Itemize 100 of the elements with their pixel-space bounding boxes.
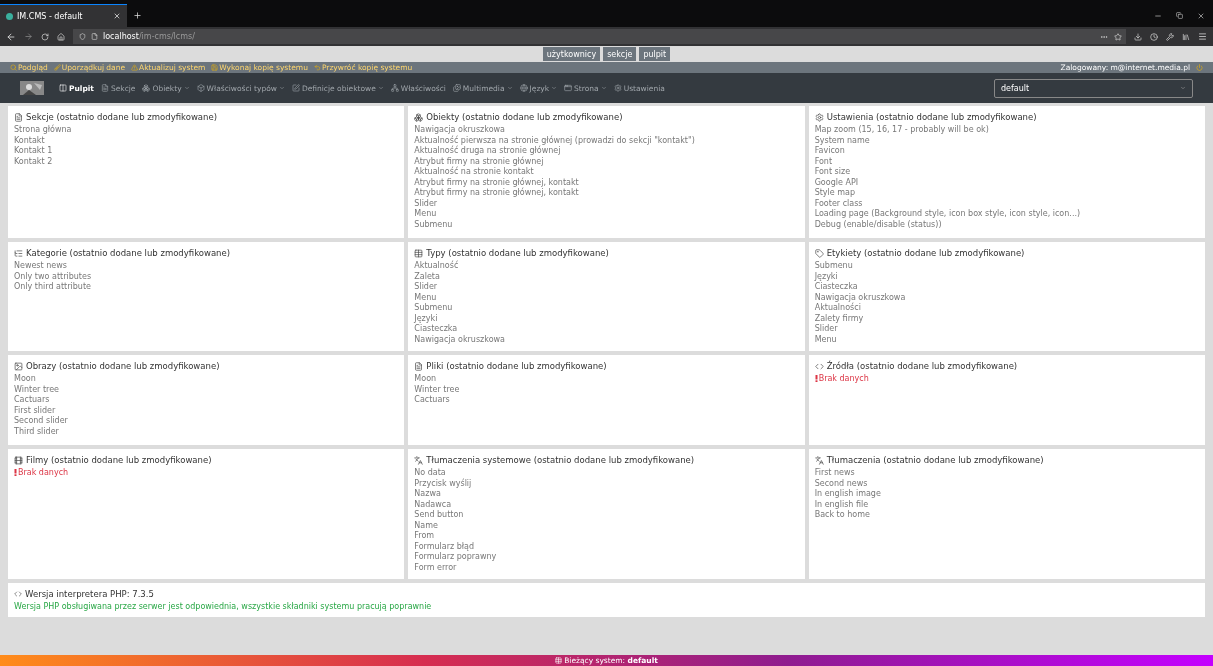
card-item[interactable]: Menu (814, 334, 1199, 345)
card-item[interactable]: Nawigacja okruszkowa (814, 292, 1199, 303)
card-item[interactable]: Slider (814, 324, 1199, 335)
card-item[interactable]: Moon (414, 374, 799, 385)
card-item[interactable]: Font (814, 156, 1199, 167)
card-item[interactable]: Ciasteczka (414, 324, 799, 335)
card-item[interactable]: Aktualności (814, 303, 1199, 314)
card-item[interactable]: Formularz błąd (414, 541, 799, 552)
forward-icon[interactable] (24, 32, 33, 41)
card-item[interactable]: Nadawca (414, 499, 799, 510)
card-item[interactable]: Google API (814, 177, 1199, 188)
card-item[interactable]: Formularz poprawny (414, 552, 799, 563)
card-item[interactable]: Back to home (814, 510, 1199, 521)
top-button[interactable]: użytkownicy (542, 47, 601, 61)
back-icon[interactable] (6, 31, 16, 42)
card-item[interactable]: Strona główna (14, 125, 399, 136)
card-title: Typy (ostatnio dodane lub zmodyfikowane) (426, 248, 609, 258)
card-item[interactable]: Debug (enable/disable (status)) (814, 219, 1199, 230)
close-icon[interactable] (1197, 11, 1205, 20)
top-button[interactable]: sekcje (603, 47, 637, 61)
card-item[interactable]: Języki (814, 271, 1199, 282)
card-item[interactable]: Loading page (Background style, icon box style, icon style, icon...) (814, 209, 1199, 220)
card-item[interactable]: Ciasteczka (814, 282, 1199, 293)
card-item[interactable]: Font size (814, 167, 1199, 178)
card-item[interactable]: Third slider (14, 426, 399, 437)
restore-icon[interactable] (1176, 12, 1183, 19)
card-item[interactable]: Cactuars (414, 395, 799, 406)
top-button[interactable]: pulpit (639, 47, 671, 61)
card-item[interactable]: Submenu (814, 261, 1199, 272)
card-item[interactable]: Atrybut firmy na stronie głównej, kontakt (414, 188, 799, 199)
card-title: Filmy (ostatnio dodane lub zmodyfikowane) (26, 455, 212, 465)
card-item[interactable]: Form error (414, 562, 799, 573)
card-item[interactable]: Kontakt 2 (14, 156, 399, 167)
close-icon[interactable] (113, 12, 121, 20)
card-item[interactable]: Style map (814, 188, 1199, 199)
warning-icon (131, 64, 139, 71)
card-item[interactable]: Second news (814, 478, 1199, 489)
star-icon[interactable] (1114, 32, 1122, 41)
system-select[interactable]: default (994, 78, 1193, 98)
card-item[interactable]: Kontakt 1 (14, 146, 399, 157)
library-icon[interactable] (1182, 32, 1190, 41)
card-item[interactable]: Języki (414, 313, 799, 324)
card-item[interactable]: Newest news (14, 261, 399, 272)
favicon-icon (6, 12, 13, 20)
address-field[interactable]: localhost/im-cms/lcms/ (73, 29, 355, 44)
card-item[interactable]: Only two attributes (14, 271, 399, 282)
card-item[interactable]: System name (814, 135, 1199, 146)
translate-icon (414, 455, 424, 465)
table-icon (555, 657, 563, 664)
card-item[interactable]: Aktualność na stronie kontakt (414, 167, 799, 178)
card-item[interactable]: Menu (414, 209, 799, 220)
card-item[interactable]: Footer class (814, 198, 1199, 209)
card-item[interactable]: Cactuars (14, 395, 399, 406)
exclamation-icon (814, 375, 818, 382)
card-item[interactable]: Przycisk wyślij (414, 478, 799, 489)
card-item[interactable]: Zalety firmy (814, 313, 1199, 324)
card-item[interactable]: Atrybut firmy na stronie głównej (414, 156, 799, 167)
card-item[interactable]: Nawigacja okruszkowa (414, 334, 799, 345)
card-item[interactable]: Aktualność pierwsza na stronie głównej (prowadzi do sekcji "kontakt") (414, 135, 799, 146)
card-item[interactable]: Atrybut firmy na stronie głównej, kontakt (414, 177, 799, 188)
card-item[interactable]: Second slider (14, 416, 399, 427)
card-item[interactable]: Nazwa (414, 489, 799, 500)
menu-icon[interactable] (1198, 32, 1207, 41)
card-item[interactable]: Submenu (414, 303, 799, 314)
browser-tab[interactable]: IM.CMS - default (0, 4, 127, 27)
card-item[interactable]: Slider (414, 198, 799, 209)
card-item[interactable]: Winter tree (414, 384, 799, 395)
card-item[interactable]: Submenu (414, 219, 799, 230)
card-item[interactable]: Favicon (814, 146, 1199, 157)
card-item[interactable]: Nawigacja okruszkowa (414, 125, 799, 136)
home-icon[interactable] (57, 32, 65, 41)
card-item[interactable]: Menu (414, 292, 799, 303)
card-item[interactable]: No data (414, 468, 799, 479)
wrench-icon[interactable] (1166, 32, 1174, 41)
card-item[interactable]: In english file (814, 499, 1199, 510)
card-title: Wersja interpretera PHP: 7.3.5 (25, 589, 154, 599)
card-item[interactable]: Send button (414, 510, 799, 521)
download-icon[interactable] (1134, 32, 1142, 41)
card-item[interactable]: Aktualność druga na stronie głównej (414, 146, 799, 157)
card-item[interactable]: First news (814, 468, 1199, 479)
card-item[interactable]: Moon (14, 374, 399, 385)
new-tab-icon[interactable] (133, 11, 142, 20)
reload-icon[interactable] (41, 32, 49, 41)
card-item[interactable]: Map zoom (15, 16, 17 - probably will be ok) (814, 125, 1199, 136)
card-item[interactable]: Slider (414, 282, 799, 293)
status-message: Wersja PHP obsługiwana przez serwer jest odpowiednia, wszystkie składniki systemu pracują poprawnie (14, 602, 433, 611)
card-item[interactable]: Winter tree (14, 384, 399, 395)
card-item[interactable]: Aktualność (414, 261, 799, 272)
card-item[interactable]: Name (414, 520, 799, 531)
undo-icon (313, 64, 321, 71)
window-icon (564, 84, 573, 92)
card-item[interactable]: Kontakt (14, 135, 399, 146)
clock-icon[interactable] (1150, 32, 1158, 41)
card-item[interactable]: From (414, 531, 799, 542)
card-item[interactable]: Only third attribute (14, 282, 399, 293)
card-item[interactable]: In english image (814, 489, 1199, 500)
code-icon (814, 361, 824, 371)
card-item[interactable]: Zaleta (414, 271, 799, 282)
document-icon (414, 361, 424, 371)
card-item[interactable]: First slider (14, 405, 399, 416)
